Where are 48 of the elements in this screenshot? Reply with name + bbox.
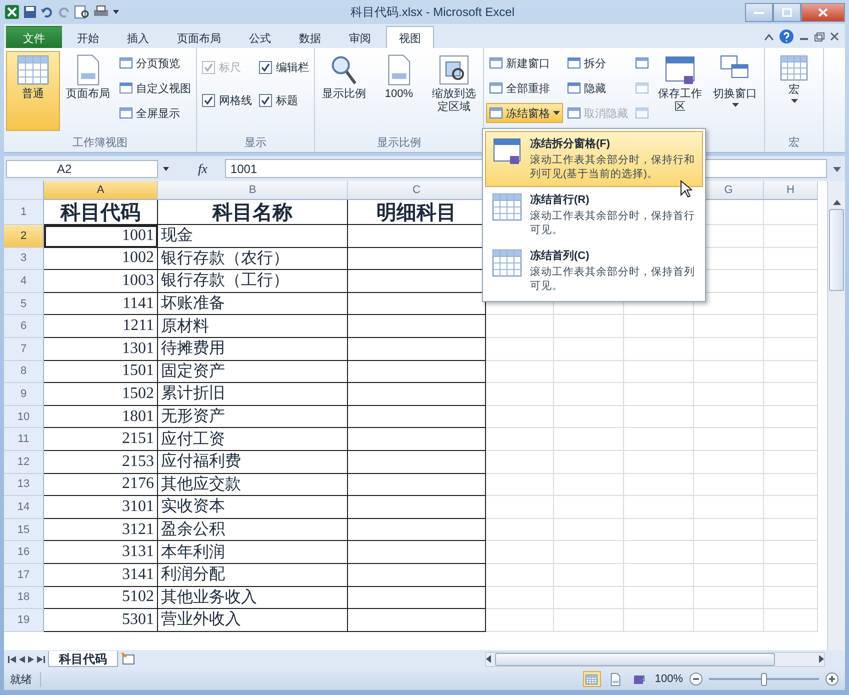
window-title: 科目代码.xlsx - Microsoft Excel [349, 4, 516, 20]
table-cell: 3131 [44, 541, 158, 564]
checkbox-label: 标尺 [219, 60, 241, 74]
table-cell: 2151 [44, 428, 158, 451]
table-cell: 实收资本 [158, 496, 348, 519]
checkbox-label: 网格线 [219, 94, 252, 108]
table-cell: 2153 [44, 450, 158, 474]
table-cell: 5102 [44, 586, 158, 610]
table-cell: 科目代码 [44, 200, 158, 225]
group-label: 显示 [244, 137, 266, 149]
table-cell: 1001 [44, 225, 158, 248]
table-cell: 1501 [44, 360, 158, 384]
table-cell: 1141 [44, 292, 158, 316]
group-label: 宏 [788, 137, 800, 149]
table-cell: 1003 [44, 270, 158, 293]
table-cell: 科目名称 [158, 200, 348, 225]
table-cell: 应付工资 [158, 428, 348, 451]
table-cell: 1301 [44, 338, 158, 361]
table-cell: 1211 [44, 315, 158, 338]
table-cell: 应付福利费 [158, 450, 348, 474]
table-cell: 5301 [44, 609, 158, 632]
group-label: 显示比例 [377, 137, 421, 149]
table-cell: 无形资产 [158, 406, 348, 428]
table-cell: 银行存款（农行） [158, 248, 348, 270]
table-cell: 3141 [44, 564, 158, 586]
table-cell: 固定资产 [158, 360, 348, 384]
table-cell: 原材料 [158, 315, 348, 338]
table-cell: 1002 [44, 248, 158, 270]
table-cell: 坏账准备 [158, 292, 348, 316]
table-cell: 累计折旧 [158, 383, 348, 406]
checkbox-label: 编辑栏 [276, 60, 309, 74]
table-cell: 1801 [44, 406, 158, 428]
table-cell: 3121 [44, 518, 158, 542]
table-cell: 现金 [158, 225, 348, 248]
table-cell: 1502 [44, 383, 158, 406]
table-cell: 利润分配 [158, 564, 348, 586]
table-cell: 3101 [44, 496, 158, 519]
status-text: 就绪 [10, 672, 41, 686]
table-cell: 待摊费用 [158, 338, 348, 361]
table-cell: 营业外收入 [158, 609, 348, 632]
table-cell: 盈余公积 [158, 518, 348, 542]
table-cell: 银行存款（工行） [158, 270, 348, 293]
table-cell: 2176 [44, 474, 158, 496]
table-cell: 本年利润 [158, 541, 348, 564]
checkbox-label: 标题 [276, 94, 298, 108]
table-cell: 其他应交款 [158, 474, 348, 496]
group-label: 工作簿视图 [72, 137, 128, 149]
table-cell: 其他业务收入 [158, 586, 348, 610]
